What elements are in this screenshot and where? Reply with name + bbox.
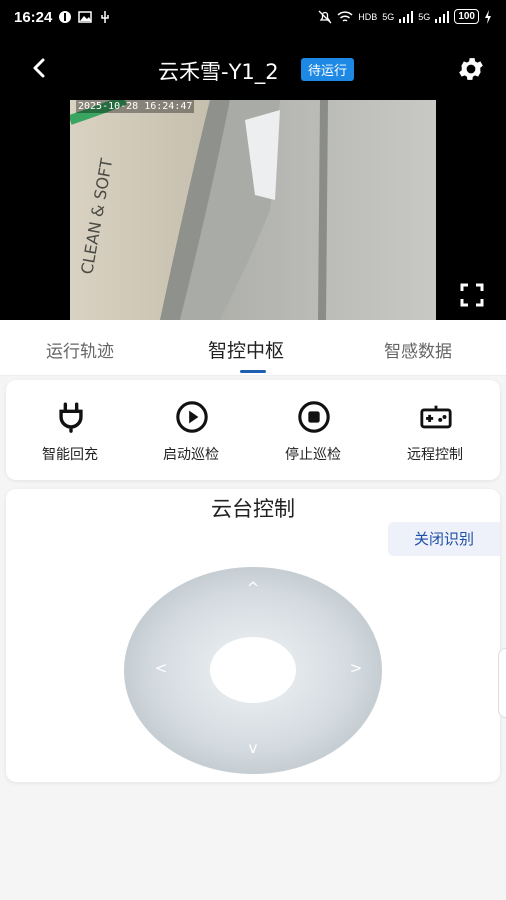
status-left-icons (58, 10, 112, 24)
tab-sensor-data[interactable]: 智感数据 (384, 337, 452, 362)
mute-bell-icon (318, 10, 332, 23)
network-5g-label-1: 5G (382, 11, 395, 22)
stop-circle-icon (298, 401, 330, 433)
start-patrol-label: 启动巡检 (163, 447, 219, 463)
gear-icon[interactable] (456, 54, 486, 84)
ptz-dpad: ^ v < > (124, 567, 382, 774)
remote-control-label: 远程控制 (407, 447, 463, 463)
camera-view: CLEAN & SOFT 2025-10-28 16:24:47 (0, 100, 506, 320)
fullscreen-icon[interactable] (460, 283, 484, 307)
ptz-control-panel: 云台控制 关闭识别 ^ v < > (6, 489, 500, 782)
page-title: 云禾雪-Y1_2 (158, 60, 279, 84)
status-bar: 16:24 HDB 5G 5G 100 (0, 0, 506, 38)
battery-level: 100 (454, 9, 479, 24)
stop-patrol-button[interactable]: 停止巡检 (253, 380, 373, 480)
smart-recharge-button[interactable]: 智能回充 (10, 380, 130, 480)
pan-up-button[interactable]: ^ (241, 579, 265, 597)
signal-icon (399, 10, 414, 23)
pan-right-button[interactable]: > (344, 659, 368, 677)
status-time: 16:24 (14, 9, 53, 26)
plug-icon (59, 402, 83, 433)
edge-drawer-handle[interactable] (498, 648, 506, 718)
start-patrol-button[interactable]: 启动巡检 (131, 380, 251, 480)
remote-control-button[interactable]: 远程控制 (375, 380, 495, 480)
tab-bar: 运行轨迹 智控中枢 智感数据 (0, 320, 506, 376)
network-hdb-label: HDB (358, 11, 378, 22)
image-icon (78, 11, 92, 23)
stop-patrol-label: 停止巡检 (285, 447, 341, 463)
camera-feed[interactable]: CLEAN & SOFT 2025-10-28 16:24:47 (70, 100, 436, 320)
gamepad-icon (420, 405, 452, 429)
app-header: 云禾雪-Y1_2 待运行 (0, 38, 506, 100)
app-notification-icon (59, 11, 71, 23)
ptz-title: 云台控制 (211, 497, 295, 521)
status-badge: 待运行 (301, 58, 355, 81)
usb-icon (101, 11, 109, 23)
status-right-icons: HDB 5G 5G 100 (318, 9, 492, 24)
pan-left-button[interactable]: < (149, 659, 173, 677)
tab-control-center[interactable]: 智控中枢 (208, 336, 284, 363)
network-5g-label-2: 5G (418, 11, 431, 22)
disable-recognition-button[interactable]: 关闭识别 (388, 522, 500, 556)
video-timestamp: 2025-10-28 16:24:47 (76, 100, 195, 113)
wifi-icon (337, 10, 353, 22)
tab-trajectory[interactable]: 运行轨迹 (46, 337, 114, 362)
signal-icon-2 (435, 10, 450, 23)
dpad-center-button[interactable] (210, 637, 296, 703)
pan-down-button[interactable]: v (241, 739, 265, 757)
tab-indicator (240, 370, 266, 373)
charging-icon (485, 9, 491, 24)
back-arrow-icon[interactable] (26, 54, 54, 82)
smart-recharge-label: 智能回充 (42, 447, 98, 463)
camera-frame-image: CLEAN & SOFT (70, 100, 436, 320)
action-panel: 智能回充 启动巡检 停止巡检 远程控制 (6, 380, 500, 480)
play-circle-icon (176, 401, 208, 433)
